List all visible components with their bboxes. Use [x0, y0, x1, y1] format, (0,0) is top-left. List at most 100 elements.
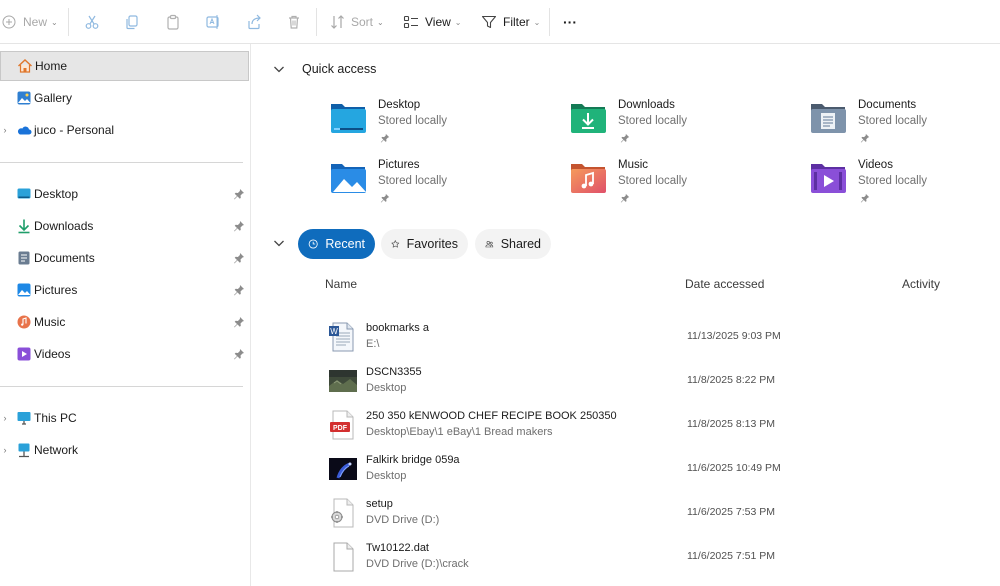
clock-icon	[308, 239, 318, 249]
pin-icon	[380, 132, 390, 143]
quick-access-item-pictures[interactable]: Pictures Stored locally	[330, 159, 550, 215]
sidebar-item-this-pc[interactable]: › This PC	[0, 403, 249, 433]
tab-recent[interactable]: Recent	[298, 229, 375, 259]
quick-access-item-desktop[interactable]: Desktop Stored locally	[330, 99, 550, 155]
quick-access-name: Desktop	[378, 99, 421, 111]
table-row[interactable]: DSCN3355 Desktop 11/8/2025 8:22 PM	[324, 362, 964, 402]
new-button[interactable]: New ⌄	[2, 10, 58, 34]
sidebar-item-label: Desktop	[34, 187, 79, 201]
file-date-accessed: 11/8/2025 8:13 PM	[687, 418, 775, 430]
column-header-activity[interactable]: Activity	[902, 277, 940, 291]
table-row[interactable]: W bookmarks a E:\ 11/13/2025 9:03 PM	[324, 318, 964, 358]
pin-icon[interactable]	[233, 316, 245, 328]
quick-access-status: Stored locally	[858, 175, 928, 187]
toolbar-divider	[316, 8, 317, 36]
svg-text:W: W	[330, 327, 338, 336]
column-header-name[interactable]: Name	[325, 277, 357, 291]
tab-shared[interactable]: Shared	[475, 229, 551, 259]
tab-shared-label: Shared	[500, 237, 541, 251]
sidebar-item-label: Home	[35, 59, 68, 73]
pin-icon[interactable]	[233, 252, 245, 264]
view-button[interactable]: View ⌄	[403, 10, 462, 34]
table-row[interactable]: setup DVD Drive (D:) 11/6/2025 7:53 PM	[324, 494, 964, 534]
column-header-date-accessed[interactable]: Date accessed	[685, 277, 764, 291]
chevron-down-icon: ⌄	[533, 17, 541, 27]
quick-access-item-videos[interactable]: Videos Stored locally	[810, 159, 1000, 215]
quick-access-name: Music	[618, 159, 649, 171]
file-path: Desktop	[366, 470, 407, 482]
tab-favorites[interactable]: Favorites	[381, 229, 468, 259]
quick-access-name: Documents	[858, 99, 917, 111]
paste-icon	[165, 14, 181, 30]
quick-access-status: Stored locally	[858, 115, 928, 127]
sidebar-item-gallery[interactable]: Gallery	[0, 83, 249, 113]
sidebar-item-music[interactable]: Music	[0, 307, 249, 337]
sidebar-item-pictures[interactable]: Pictures	[0, 275, 249, 305]
pin-icon	[620, 192, 630, 203]
blank-file-icon	[328, 542, 358, 572]
paste-button[interactable]	[165, 10, 181, 34]
copy-icon	[124, 14, 140, 30]
network-icon	[16, 442, 32, 458]
collapse-recent-chevron-icon[interactable]	[272, 236, 286, 250]
pin-icon[interactable]	[233, 220, 245, 232]
delete-button[interactable]	[286, 10, 302, 34]
file-name: DSCN3355	[366, 366, 422, 378]
pictures-icon	[16, 282, 32, 298]
quick-access-status: Stored locally	[378, 115, 448, 127]
sidebar-item-network[interactable]: › Network	[0, 435, 249, 465]
rename-icon	[205, 14, 221, 30]
new-icon	[2, 15, 16, 29]
night-photo-thumbnail-icon	[328, 454, 358, 484]
filter-button-label: Filter	[503, 15, 530, 29]
file-path: DVD Drive (D:)	[366, 514, 440, 526]
collapse-quick-access-chevron-icon[interactable]	[272, 62, 286, 76]
sidebar-item-videos[interactable]: Videos	[0, 339, 249, 369]
more-options-button[interactable]: ···	[563, 10, 577, 34]
sidebar-item-onedrive-personal[interactable]: › juco - Personal	[0, 115, 249, 145]
chevron-right-icon[interactable]: ›	[0, 445, 10, 455]
sidebar-item-downloads[interactable]: Downloads	[0, 211, 249, 241]
quick-access-item-downloads[interactable]: Downloads Stored locally	[570, 99, 790, 155]
file-path: E:\	[366, 338, 380, 350]
copy-button[interactable]	[124, 10, 140, 34]
table-row[interactable]: PDF 250 350 kENWOOD CHEF RECIPE BOOK 250…	[324, 406, 964, 446]
pin-icon[interactable]	[233, 348, 245, 360]
content-pane: Quick access Desktop Stored locally Down…	[252, 44, 1000, 586]
table-row[interactable]: Tw10122.dat DVD Drive (D:)\crack 11/6/20…	[324, 538, 964, 578]
sidebar-item-label: Pictures	[34, 283, 78, 297]
sidebar-item-documents[interactable]: Documents	[0, 243, 249, 273]
chevron-down-icon: ⌄	[454, 17, 462, 27]
chevron-right-icon[interactable]: ›	[0, 125, 10, 135]
sidebar-item-label: juco - Personal	[34, 123, 115, 137]
file-date-accessed: 11/8/2025 8:22 PM	[687, 374, 775, 386]
sidebar-item-desktop[interactable]: Desktop	[0, 179, 249, 209]
table-row[interactable]: Falkirk bridge 059a Desktop 11/6/2025 10…	[324, 450, 964, 490]
share-icon	[246, 14, 262, 30]
music-icon	[16, 314, 32, 330]
file-path: Desktop	[366, 382, 407, 394]
filter-button[interactable]: Filter ⌄	[481, 10, 540, 34]
share-button[interactable]	[246, 10, 262, 34]
videos-icon	[16, 346, 32, 362]
pin-icon[interactable]	[233, 188, 245, 200]
more-icon: ···	[563, 14, 577, 30]
view-icon	[403, 14, 419, 30]
quick-access-status: Stored locally	[618, 115, 688, 127]
cut-button[interactable]	[84, 10, 100, 34]
sidebar-item-home[interactable]: Home	[0, 51, 249, 81]
chevron-right-icon[interactable]: ›	[0, 413, 10, 423]
sort-button[interactable]: Sort ⌄	[330, 10, 384, 34]
desktop-icon	[16, 186, 32, 202]
cut-icon	[84, 14, 100, 30]
documents-icon	[16, 250, 32, 266]
navigation-pane: Home Gallery › juco - Personal Desktop D…	[0, 44, 251, 586]
quick-access-item-music[interactable]: Music Stored locally	[570, 159, 790, 215]
downloads-icon	[16, 218, 32, 234]
chevron-down-icon: ⌄	[51, 17, 58, 27]
home-icon	[17, 58, 33, 74]
quick-access-item-documents[interactable]: Documents Stored locally	[810, 99, 1000, 155]
sidebar-item-label: Downloads	[34, 219, 94, 233]
rename-button[interactable]	[205, 10, 221, 34]
pin-icon[interactable]	[233, 284, 245, 296]
